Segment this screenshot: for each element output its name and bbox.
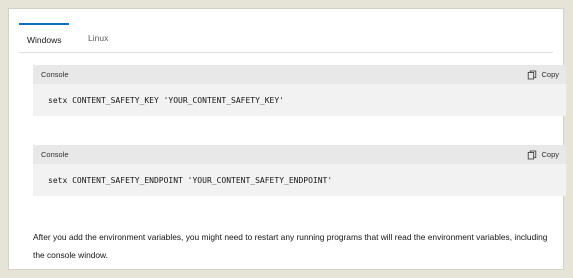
copy-button[interactable]: Copy [527,65,559,84]
code-block-header: Console Copy [33,145,566,164]
copy-button[interactable]: Copy [527,145,559,164]
copy-button-label: Copy [541,69,559,79]
copy-icon [528,70,537,79]
code-block-key: Console Copy setx CONTENT_SAFETY_KEY 'YO… [33,65,566,116]
code-block-endpoint: Console Copy setx CONTENT_SAFETY_ENDPOIN… [33,145,566,196]
code-text: setx CONTENT_SAFETY_KEY 'YOUR_CONTENT_SA… [48,96,285,105]
tab-bar: Windows Linux [19,23,553,53]
code-block-body: setx CONTENT_SAFETY_KEY 'YOUR_CONTENT_SA… [33,84,566,116]
tab-linux-label: Linux [88,33,109,43]
code-block-title: Console [41,150,69,159]
copy-icon [528,150,537,159]
tab-panel-frame: Windows Linux Console Copy setx CONTENT_… [8,8,566,270]
tab-windows-label: Windows [27,35,62,45]
code-text: setx CONTENT_SAFETY_ENDPOINT 'YOUR_CONTE… [48,176,333,185]
tab-windows[interactable]: Windows [19,23,70,51]
environment-note: After you add the environment variables,… [33,232,548,260]
code-block-header: Console Copy [33,65,566,84]
code-block-title: Console [41,70,69,79]
copy-button-label: Copy [541,149,559,159]
tab-linux[interactable]: Linux [82,23,114,51]
code-block-body: setx CONTENT_SAFETY_ENDPOINT 'YOUR_CONTE… [33,164,566,196]
